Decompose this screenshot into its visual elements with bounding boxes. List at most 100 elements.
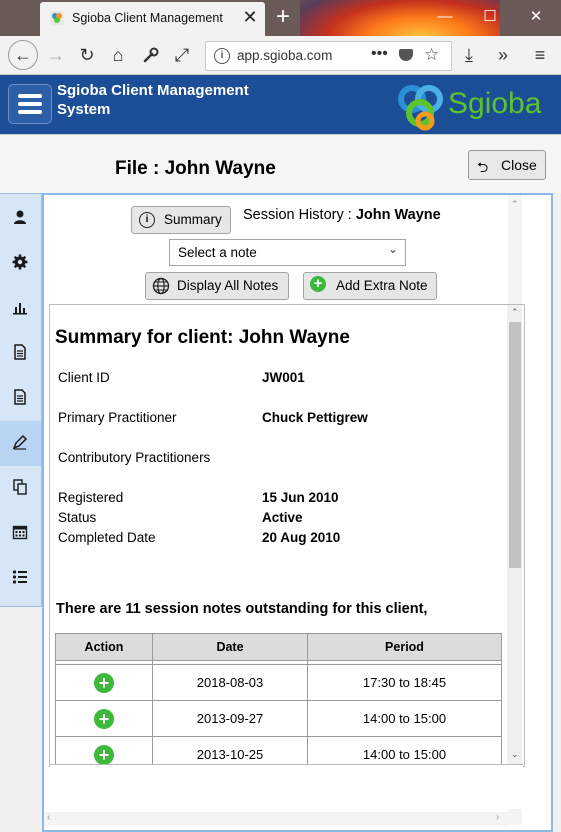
sidebar-item-person[interactable] — [0, 196, 41, 241]
page-title: File : John Wayne — [115, 158, 276, 179]
panel-bottom-area — [50, 765, 523, 809]
download-icon[interactable]: ⤓ — [455, 41, 483, 69]
action-cell: + — [55, 664, 153, 701]
display-all-notes-label: Display All Notes — [177, 278, 279, 293]
list-icon — [12, 570, 27, 584]
column-header-period: Period — [307, 633, 502, 661]
copy-icon — [13, 479, 27, 495]
sidebar-item-settings[interactable] — [0, 241, 41, 286]
date-cell: 2018-08-03 — [152, 664, 308, 701]
url-text[interactable]: app.sgioba.com — [237, 48, 332, 63]
bar-chart-icon — [13, 303, 27, 315]
outstanding-notes-text: There are 11 session notes outstanding f… — [56, 601, 428, 617]
session-notes-table: Action Date Period + 2018-08-03 17:30 to… — [55, 633, 502, 773]
reload-icon[interactable]: ↻ — [73, 41, 101, 69]
forward-icon[interactable]: → — [42, 41, 70, 69]
display-all-notes-button[interactable]: Display All Notes — [145, 272, 289, 300]
home-icon[interactable]: ⌂ — [104, 41, 132, 69]
summary-button[interactable]: i Summary — [131, 206, 231, 234]
note-select[interactable]: Select a note ⌄ — [169, 239, 406, 266]
close-tab-icon[interactable]: ✕ — [240, 7, 260, 27]
back-icon[interactable]: ← — [8, 40, 38, 70]
scroll-up-icon[interactable]: ⌃ — [511, 199, 519, 210]
globe-icon — [152, 277, 170, 295]
completed-date-label: Completed Date — [58, 530, 156, 545]
close-button[interactable]: ⮌ Close — [468, 150, 546, 180]
browser-nav-bar: ← → ↻ ⌂ ⤢ i app.sgioba.com ••• ☆ ⤓ » ≡ — [0, 36, 561, 75]
session-history-prefix: Session History : — [243, 207, 356, 223]
app-header: Sgioba Client Management System Sgioba — [0, 75, 561, 134]
info-icon: i — [139, 212, 155, 228]
column-header-date: Date — [152, 633, 308, 661]
sidebar-item-document[interactable] — [0, 331, 41, 376]
scroll-up-icon[interactable]: ⌃ — [511, 307, 519, 318]
sidebar-item-notes[interactable] — [0, 421, 41, 466]
page-actions-icon[interactable]: ••• — [371, 45, 388, 63]
add-note-plus-icon[interactable]: + — [94, 744, 114, 765]
status-value: Active — [262, 510, 303, 525]
contributory-practitioners-label: Contributory Practitioners — [58, 450, 211, 465]
browser-tab-bar: Sgioba Client Management ✕ + — ☐ ✕ — [0, 0, 561, 36]
table-row: + 2013-09-27 14:00 to 15:00 — [55, 700, 502, 737]
sidebar-item-list[interactable] — [0, 556, 41, 601]
add-note-plus-icon[interactable]: + — [94, 708, 114, 729]
client-id-label: Client ID — [58, 370, 110, 385]
file-header: File : John Wayne ⮌ Close — [0, 134, 561, 193]
document-icon — [14, 344, 26, 360]
site-info-icon[interactable]: i — [214, 48, 230, 64]
wrench-icon[interactable] — [137, 41, 165, 69]
browser-theme-art — [300, 0, 500, 36]
completed-date-value: 20 Aug 2010 — [262, 530, 341, 545]
return-arrow-icon: ⮌ — [477, 159, 489, 175]
summary-label: Summary — [164, 212, 222, 227]
sidebar-item-document-2[interactable] — [0, 376, 41, 421]
maximize-icon[interactable]: ☐ — [475, 6, 505, 28]
horizontal-scrollbar[interactable]: ‹ › — [44, 812, 508, 826]
browser-menu-icon[interactable]: ≡ — [526, 41, 554, 69]
window-close-icon[interactable]: ✕ — [521, 6, 551, 28]
url-bar[interactable]: i app.sgioba.com ••• ☆ — [205, 41, 452, 71]
status-label: Status — [58, 510, 97, 525]
primary-practitioner-value: Chuck Pettigrew — [262, 410, 368, 425]
minimize-icon[interactable]: — — [430, 6, 460, 28]
hamburger-menu-button[interactable] — [8, 84, 52, 124]
hamburger-icon — [18, 94, 42, 98]
close-label: Close — [501, 157, 537, 173]
column-header-action: Action — [55, 633, 153, 661]
plus-circle-icon: + — [310, 276, 326, 292]
fullscreen-icon[interactable]: ⤢ — [168, 41, 196, 69]
summary-panel-bottom-border — [49, 764, 523, 765]
summary-title: Summary for client: John Wayne — [55, 327, 350, 348]
pen-icon — [12, 434, 28, 450]
calendar-icon — [12, 525, 28, 540]
new-tab-icon[interactable]: + — [272, 4, 294, 30]
session-history-heading: Session History : John Wayne — [243, 207, 441, 223]
action-cell: + — [55, 700, 153, 737]
pocket-icon[interactable] — [399, 49, 413, 61]
registered-value: 15 Jun 2010 — [262, 490, 339, 505]
primary-practitioner-label: Primary Practitioner — [58, 410, 177, 425]
sidebar-item-reports[interactable] — [0, 286, 41, 331]
scroll-left-icon[interactable]: ‹ — [47, 812, 50, 823]
brand-name: Sgioba — [448, 87, 542, 120]
browser-tab[interactable]: Sgioba Client Management ✕ — [40, 2, 265, 36]
overflow-chevron-icon[interactable]: » — [489, 41, 517, 69]
scroll-down-icon[interactable]: ⌄ — [511, 749, 519, 760]
sidebar-item-copies[interactable] — [0, 466, 41, 511]
table-header-row: Action Date Period — [55, 633, 502, 661]
add-note-plus-icon[interactable]: + — [94, 672, 114, 693]
add-extra-note-label: Add Extra Note — [336, 278, 428, 293]
period-cell: 14:00 to 15:00 — [307, 700, 502, 737]
client-id-value: JW001 — [262, 370, 305, 385]
table-row: + 2018-08-03 17:30 to 18:45 — [55, 664, 502, 701]
scroll-right-icon[interactable]: › — [496, 812, 499, 823]
favicon-icon — [50, 11, 64, 25]
period-cell: 17:30 to 18:45 — [307, 664, 502, 701]
tab-title: Sgioba Client Management — [72, 11, 223, 25]
sidebar-item-calendar[interactable] — [0, 511, 41, 556]
document-icon — [14, 389, 26, 405]
bookmark-star-icon[interactable]: ☆ — [424, 45, 439, 65]
date-cell: 2013-09-27 — [152, 700, 308, 737]
summary-scrollbar-thumb[interactable] — [509, 322, 521, 568]
add-extra-note-button[interactable]: + Add Extra Note — [303, 272, 437, 300]
